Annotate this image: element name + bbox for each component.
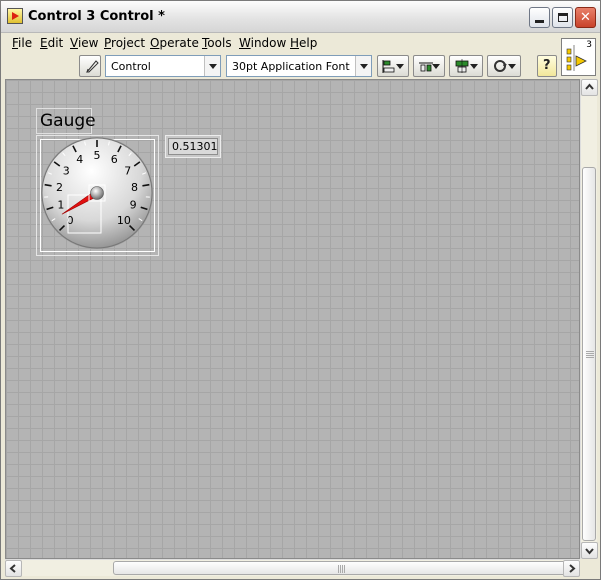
scroll-up-button[interactable] [581, 79, 598, 96]
menu-project-mnemonic: P [104, 36, 112, 50]
menu-bar: File Edit View Project Operate Tools Win… [1, 33, 561, 53]
menu-edit[interactable]: Edit [40, 36, 63, 50]
title-bar[interactable]: Control 3 Control * ✕ [1, 1, 600, 33]
horizontal-scroll-thumb[interactable] [113, 561, 570, 575]
gauge-tick-label: 3 [63, 165, 70, 178]
gauge-major-tick [44, 183, 52, 187]
menu-file-label: ile [18, 36, 33, 50]
menu-project[interactable]: Project [104, 36, 145, 50]
control-type-selector[interactable]: Control [105, 55, 221, 77]
font-value: 30pt Application Font [232, 60, 350, 73]
minimize-button[interactable] [529, 7, 550, 28]
gauge-digital-display[interactable]: 0.51301 [165, 135, 221, 158]
toolbar: Control 30pt Application Font ? [1, 53, 561, 79]
resize-objects-button[interactable] [449, 55, 483, 77]
menu-project-label: roject [111, 36, 146, 50]
context-help-button[interactable]: ? [537, 55, 557, 77]
menu-window-mnemonic: W [239, 36, 251, 50]
scroll-grip-icon [586, 351, 594, 358]
menu-file[interactable]: File [12, 36, 32, 50]
gauge-tick-label: 9 [130, 199, 137, 212]
window-title: Control 3 Control * [28, 9, 165, 24]
align-objects-button[interactable] [377, 55, 409, 77]
vi-window: Control 3 Control * ✕ File Edit View Pro… [0, 0, 601, 580]
menu-view-label: iew [77, 36, 99, 50]
gauge-tick-label: 1 [57, 199, 64, 212]
chevron-right-icon [569, 564, 576, 573]
gauge-digital-value: 0.51301 [172, 140, 218, 153]
chevron-left-icon [9, 564, 16, 573]
scroll-right-button[interactable] [563, 560, 580, 577]
gauge-label: Gauge [40, 111, 96, 131]
minimize-icon [535, 20, 544, 23]
edit-text-button[interactable] [79, 55, 101, 77]
scroll-down-button[interactable] [581, 542, 598, 559]
gauge-tick-label: 6 [111, 153, 118, 166]
gauge-dial[interactable]: 01234 5 678910 [37, 136, 160, 257]
menu-help[interactable]: Help [290, 36, 317, 50]
control-type-value: Control [111, 60, 151, 73]
labview-vi-icon[interactable] [7, 8, 23, 24]
gauge-tick-label: 2 [56, 181, 63, 194]
reorder-button[interactable] [487, 55, 521, 77]
gauge-tick-label: 5 [94, 149, 101, 162]
context-help-icon: ? [543, 58, 551, 73]
scroll-left-button[interactable] [5, 560, 22, 577]
menu-window-label: indow [250, 36, 287, 50]
chevron-down-icon[interactable] [355, 56, 371, 76]
horizontal-scrollbar[interactable] [5, 559, 580, 577]
distribute-objects-button[interactable] [413, 55, 445, 77]
gauge-tick-label: 10 [117, 214, 131, 227]
chevron-down-icon [432, 64, 440, 69]
menu-view[interactable]: View [70, 36, 98, 50]
vertical-scrollbar[interactable] [580, 79, 598, 559]
close-icon: ✕ [580, 10, 591, 25]
gauge-control[interactable]: 0 1 2 3 4 5 6 7 8 9 10 [36, 135, 159, 256]
front-panel[interactable]: Gauge 0 1 2 3 4 5 6 7 8 9 10 0.51301 [5, 79, 580, 559]
menu-tools-label: ools [207, 36, 232, 50]
menu-tools[interactable]: Tools [202, 36, 232, 50]
gauge-tick-label: 7 [124, 165, 131, 178]
chevron-down-icon [508, 64, 516, 69]
menu-view-mnemonic: V [70, 36, 78, 50]
gauge-tick-label: 4 [76, 153, 83, 166]
menu-help-label: elp [299, 36, 318, 50]
font-selector[interactable]: 30pt Application Font [226, 55, 372, 77]
gauge-label-box[interactable]: Gauge [36, 108, 96, 134]
resize-objects-icon [455, 59, 469, 73]
menu-edit-mnemonic: E [40, 36, 48, 50]
gauge-tick-label: 8 [131, 181, 138, 194]
vertical-scroll-thumb[interactable] [582, 167, 596, 541]
maximize-icon [558, 13, 568, 22]
menu-operate-label: perate [159, 36, 199, 50]
reorder-icon [494, 60, 507, 72]
chevron-up-icon [585, 83, 594, 90]
menu-edit-label: dit [47, 36, 64, 50]
gauge-pivot-knob [90, 186, 104, 200]
maximize-button[interactable] [552, 7, 573, 28]
connector-pane-terminal-icon [566, 45, 587, 71]
connector-pane-icon[interactable]: 3 [561, 38, 596, 76]
chevron-down-icon [396, 64, 404, 69]
chevron-down-icon[interactable] [204, 56, 220, 76]
scroll-grip-icon [338, 565, 345, 573]
edit-text-icon [85, 60, 99, 73]
gauge-major-tick [142, 183, 150, 187]
menu-operate[interactable]: Operate [150, 36, 199, 50]
window-size-grip[interactable] [580, 559, 597, 576]
gauge-digital-display-inner: 0.51301 [168, 138, 218, 155]
menu-window[interactable]: Window [239, 36, 286, 50]
chevron-down-icon [585, 548, 594, 555]
close-button[interactable]: ✕ [575, 7, 596, 28]
menu-help-mnemonic: H [290, 36, 300, 50]
chevron-down-icon [470, 64, 478, 69]
